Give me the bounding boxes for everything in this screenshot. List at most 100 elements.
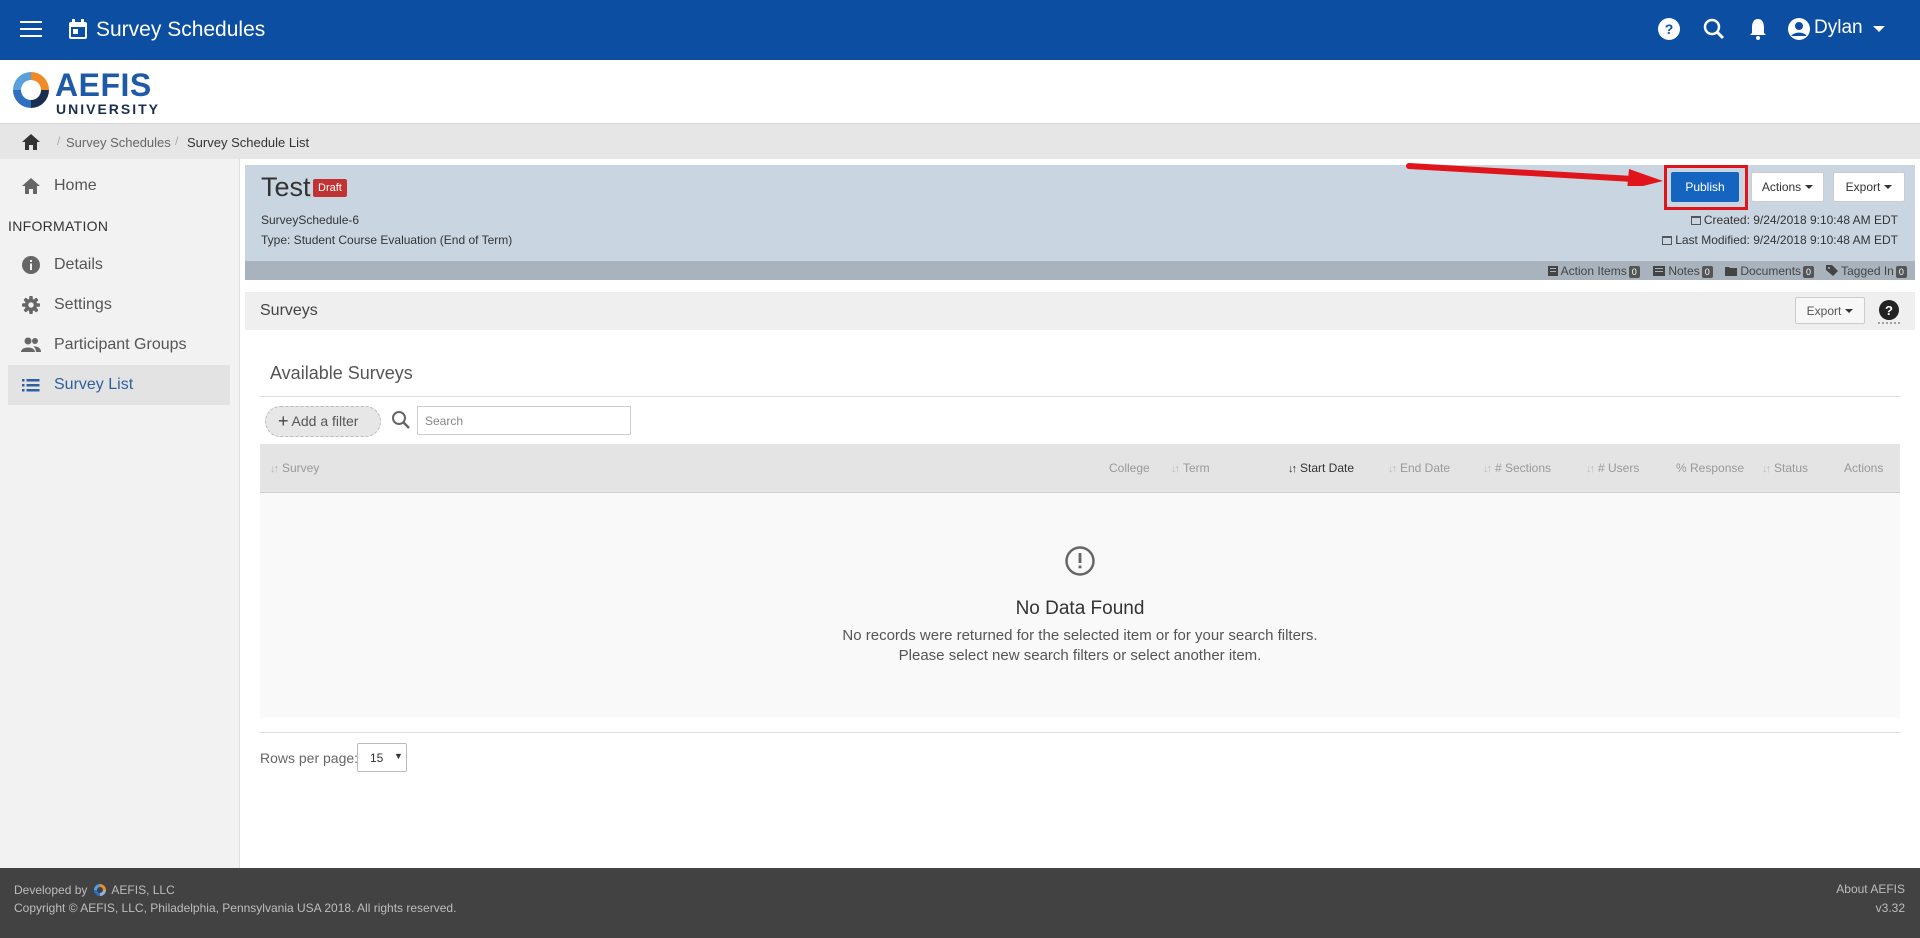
user-menu[interactable]: Dylan — [1814, 17, 1863, 39]
app-title: Survey Schedules — [96, 18, 266, 41]
aefis-logo-icon — [13, 72, 49, 108]
sidebar-item-label: Participant Groups — [54, 336, 187, 353]
version-label: v3.32 — [1875, 901, 1905, 915]
record-type: Type: Student Course Evaluation (End of … — [261, 233, 513, 247]
actions-button[interactable]: Actions — [1751, 172, 1824, 202]
account-icon[interactable] — [1786, 16, 1812, 42]
surveys-export-button[interactable]: Export — [1795, 297, 1865, 324]
tag-icon — [1826, 265, 1838, 276]
available-surveys-title: Available Surveys — [270, 363, 413, 383]
notes-link[interactable]: Notes 0 — [1653, 264, 1713, 278]
column-header-status[interactable]: ↓↑ Status — [1762, 461, 1808, 475]
footer-developed-by: Developed by AEFIS, LLC — [14, 883, 175, 897]
breadcrumb-survey-schedules[interactable]: Survey Schedules — [66, 135, 171, 150]
status-badge: Draft — [313, 179, 347, 197]
sidebar-item-details[interactable]: Details — [8, 245, 230, 285]
breadcrumb-separator: / — [57, 134, 61, 148]
sort-icon: ↓↑ — [1586, 463, 1595, 475]
sidebar-item-label: Home — [54, 177, 97, 194]
sort-icon: ↓↑ — [270, 463, 279, 475]
search-input[interactable] — [417, 406, 631, 435]
plus-icon: + — [278, 411, 289, 431]
breadcrumb: / Survey Schedules / Survey Schedule Lis… — [0, 123, 1920, 159]
footer: Developed by AEFIS, LLC Copyright © AEFI… — [0, 868, 1920, 938]
created-text: Created: 9/24/2018 9:10:48 AM EDT — [1703, 213, 1898, 227]
annotation-arrow-icon — [1406, 163, 1663, 186]
record-id: SurveySchedule-6 — [261, 213, 360, 227]
sort-icon: ↓↑ — [1388, 463, 1397, 475]
surveys-panel-title: Surveys — [260, 302, 318, 319]
sidebar-section-heading: INFORMATION — [8, 218, 109, 234]
breadcrumb-separator: / — [175, 134, 179, 148]
sidebar-item-survey-list[interactable]: Survey List — [8, 365, 230, 405]
home-icon — [22, 178, 40, 194]
about-link[interactable]: About AEFIS — [1836, 882, 1905, 896]
chevron-down-icon: ▼ — [394, 751, 403, 761]
rows-per-page-select[interactable]: 15 ▼ — [357, 743, 407, 772]
action-items-link[interactable]: Action Items 0 — [1548, 264, 1640, 278]
column-header-term[interactable]: ↓↑ Term — [1171, 461, 1210, 475]
surveys-panel-header: Surveys Export ? — [245, 292, 1915, 330]
calendar-icon — [69, 19, 87, 39]
column-header-actions: Actions — [1844, 461, 1884, 475]
publish-button[interactable]: Publish — [1671, 172, 1739, 202]
logo-subtext: UNIVERSITY — [56, 101, 161, 117]
svg-text:?: ? — [1885, 303, 1893, 318]
folder-icon — [1725, 267, 1737, 276]
chevron-down-icon — [1884, 185, 1893, 189]
add-filter-button[interactable]: + Add a filter — [265, 406, 381, 437]
divider — [260, 396, 1900, 397]
list-icon — [22, 379, 40, 392]
column-header-survey[interactable]: ↓↑ Survey — [270, 461, 319, 475]
sort-icon: ↓↑ — [1171, 463, 1180, 475]
help-icon[interactable]: ? — [1876, 298, 1902, 324]
documents-link[interactable]: Documents 0 — [1725, 264, 1815, 278]
column-header-end-date[interactable]: ↓↑ End Date — [1388, 461, 1450, 475]
notes-icon — [1653, 266, 1665, 276]
top-app-bar: Survey Schedules ? Dylan — [0, 0, 1920, 60]
sort-icon: ↓↑ — [1483, 463, 1492, 475]
modified-text: Last Modified: 9/24/2018 9:10:48 AM EDT — [1675, 233, 1898, 247]
column-header-college: College — [1109, 461, 1150, 475]
rows-per-page-label: Rows per page: — [260, 750, 359, 766]
sidebar-item-home[interactable]: Home — [8, 166, 230, 206]
tagged-in-link[interactable]: Tagged In 0 — [1826, 264, 1907, 278]
divider — [260, 732, 1900, 733]
chevron-down-icon[interactable] — [1873, 26, 1885, 32]
calendar-icon — [1690, 216, 1701, 225]
column-header-sections[interactable]: ↓↑ # Sections — [1483, 461, 1551, 475]
bell-icon[interactable] — [1745, 16, 1771, 42]
info-icon — [22, 256, 40, 274]
record-created: Created: 9/24/2018 9:10:48 AM EDT — [1690, 213, 1898, 227]
search-icon[interactable] — [1701, 16, 1727, 42]
alert-circle-icon — [1065, 546, 1095, 576]
empty-state-message: No records were returned for the selecte… — [842, 627, 1318, 644]
sidebar-item-participant-groups[interactable]: Participant Groups — [8, 325, 230, 365]
home-icon[interactable] — [20, 132, 42, 152]
calendar-icon — [1662, 236, 1673, 245]
menu-icon[interactable] — [20, 21, 42, 39]
sidebar-item-settings[interactable]: Settings — [8, 285, 230, 325]
chevron-down-icon — [1805, 185, 1814, 189]
table-header: ↓↑ Survey College ↓↑ Term ↓↑ Start Date ↓↑ E… — [260, 444, 1900, 493]
help-icon[interactable]: ? — [1656, 16, 1682, 42]
column-header-start-date[interactable]: ↓↑ Start Date — [1288, 461, 1354, 475]
column-header-users[interactable]: ↓↑ # Users — [1586, 461, 1639, 475]
logo-bar: AEFIS UNIVERSITY — [0, 60, 1920, 123]
breadcrumb-current: Survey Schedule List — [187, 135, 310, 150]
people-icon — [21, 337, 41, 352]
record-modified: Last Modified: 9/24/2018 9:10:48 AM EDT — [1662, 233, 1898, 247]
list-icon — [1548, 266, 1558, 276]
empty-state-title: No Data Found — [1015, 598, 1145, 619]
svg-text:?: ? — [1665, 21, 1674, 37]
gear-icon — [22, 296, 40, 314]
record-title: Test — [261, 172, 311, 202]
chevron-down-icon — [1845, 308, 1854, 313]
column-header-response: % Response — [1676, 461, 1745, 475]
record-info-strip: Action Items 0 Notes 0 Documents 0 Tagged I… — [245, 261, 1915, 280]
export-button[interactable]: Export — [1833, 172, 1905, 202]
rows-per-page-value: 15 — [370, 751, 384, 765]
sidebar-item-label: Details — [54, 256, 103, 273]
sort-icon: ↓↑ — [1288, 463, 1297, 475]
sidebar-item-label: Survey List — [54, 376, 134, 393]
